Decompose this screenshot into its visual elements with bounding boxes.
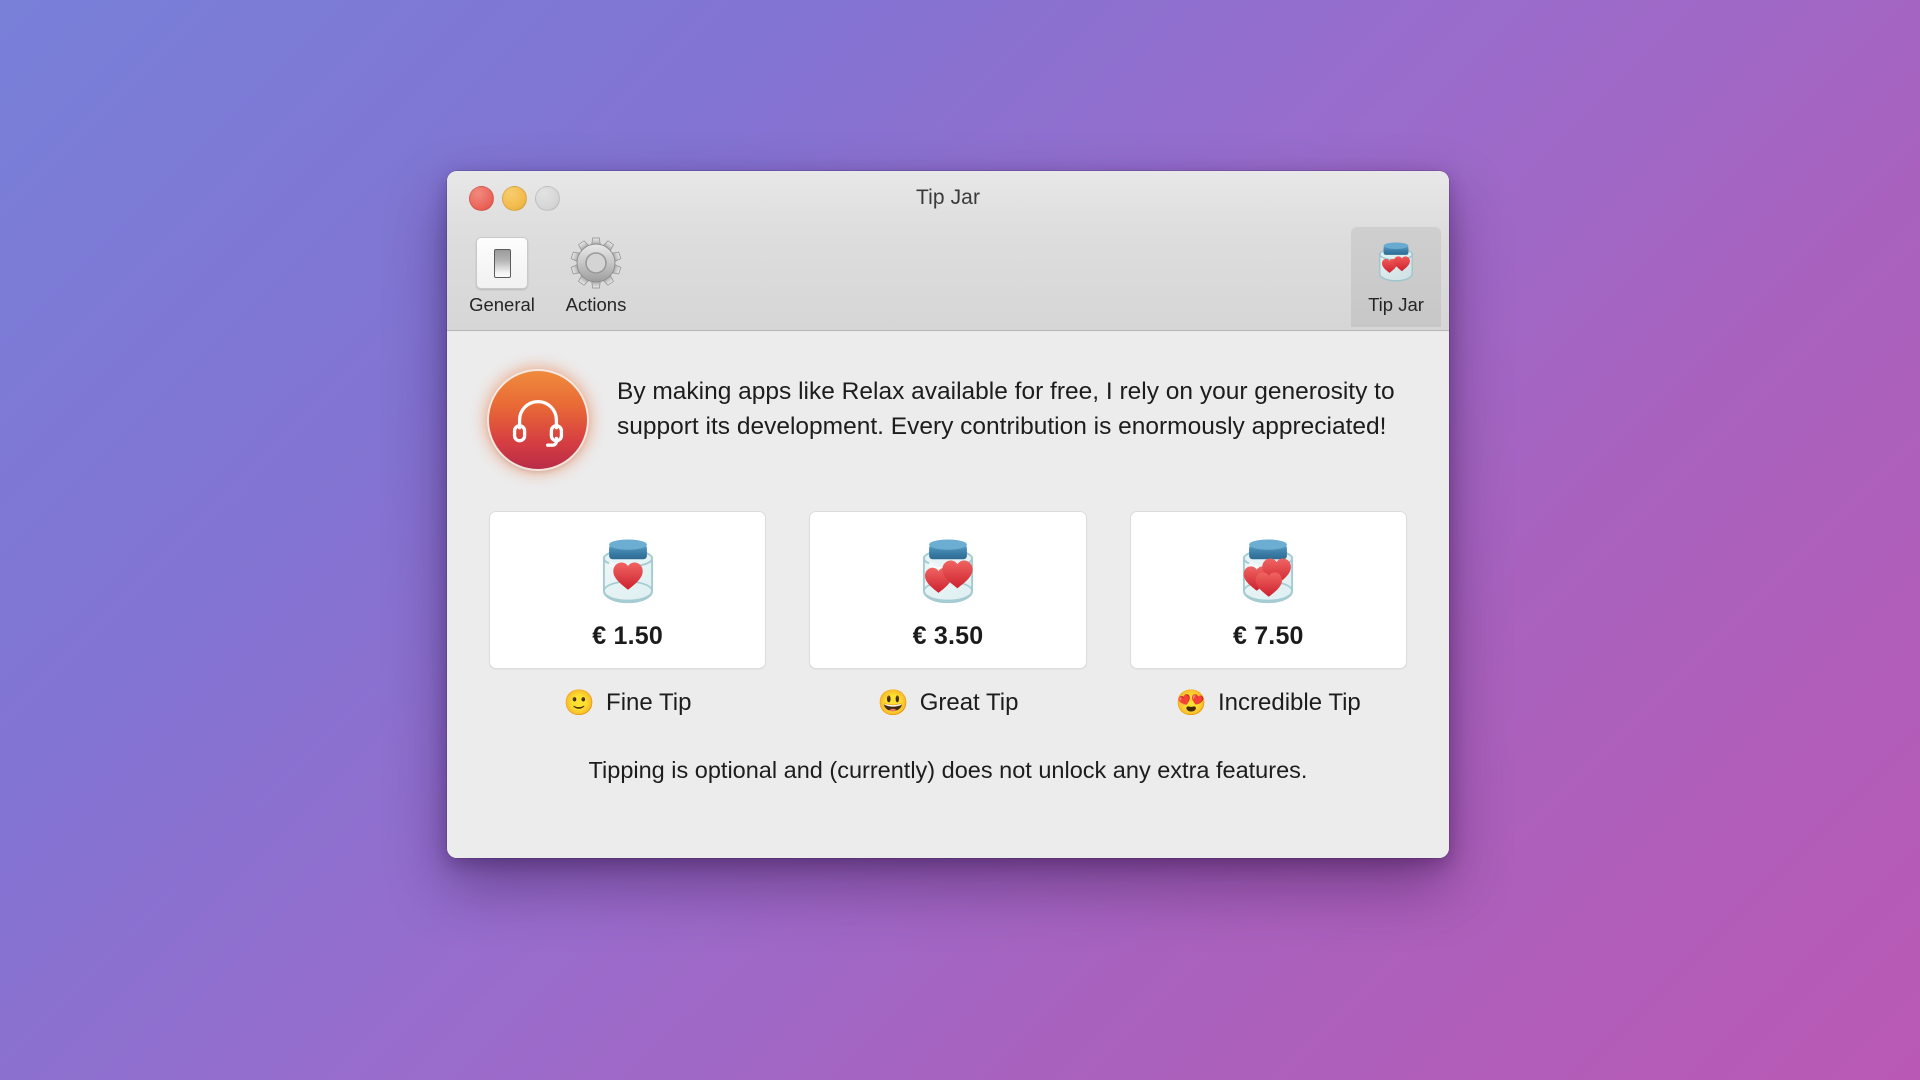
tip-card-3[interactable]: € 7.50 xyxy=(1129,511,1407,669)
grinning-face-with-big-eyes-icon: 😃 xyxy=(877,688,909,717)
tip-caption-1-label: Fine Tip xyxy=(606,689,692,716)
toolbar-left-group: General Actions xyxy=(457,227,641,327)
tip-option-2: € 3.50 😃 Great Tip xyxy=(809,511,1087,717)
tip-caption-3: 😍 Incredible Tip xyxy=(1176,689,1361,717)
tip-jar-3-icon xyxy=(1225,530,1311,616)
tip-jar-content: By making apps like Relax available for … xyxy=(447,331,1449,858)
toolbar-tab-actions-label: Actions xyxy=(565,294,627,315)
tip-jar-1-icon xyxy=(585,530,671,616)
headphones-icon xyxy=(489,371,587,469)
tip-jar-2-icon xyxy=(905,530,991,616)
light-switch-icon xyxy=(473,234,531,292)
toolbar-tab-tip-jar[interactable]: Tip Jar xyxy=(1351,227,1441,327)
slightly-smiling-face-icon: 🙂 xyxy=(563,688,596,717)
tip-caption-1: 🙂 Fine Tip xyxy=(564,689,692,717)
window-titlebar[interactable]: Tip Jar xyxy=(447,171,1449,227)
smiling-face-with-heart-eyes-icon: 😍 xyxy=(1175,688,1208,717)
tip-jar-icon xyxy=(1367,234,1425,292)
footer-note: Tipping is optional and (currently) does… xyxy=(588,757,1308,783)
window-title: Tip Jar xyxy=(915,186,981,209)
toolbar-tab-general[interactable]: General xyxy=(457,227,547,327)
tip-jar-window: Tip Jar General Actions Tip Jar By makin… xyxy=(447,171,1449,858)
tip-caption-2-label: Great Tip xyxy=(919,689,1019,716)
tip-options-row: € 1.50 🙂 Fine Tip € 3.50 😃 Great Tip € 7… xyxy=(489,511,1407,717)
tip-caption-3-label: Incredible Tip xyxy=(1218,689,1361,716)
tip-price-3: € 7.50 xyxy=(1232,621,1304,650)
tip-card-2[interactable]: € 3.50 xyxy=(809,511,1087,669)
toolbar-right-group: Tip Jar xyxy=(1351,227,1441,327)
toolbar-tab-actions[interactable]: Actions xyxy=(551,227,641,327)
intro-section: By making apps like Relax available for … xyxy=(489,331,1407,469)
toolbar-tab-tip-jar-label: Tip Jar xyxy=(1368,294,1424,315)
tip-caption-2: 😃 Great Tip xyxy=(878,689,1019,717)
tip-option-1: € 1.50 🙂 Fine Tip xyxy=(489,511,767,717)
tip-price-2: € 3.50 xyxy=(912,621,984,650)
intro-text: By making apps like Relax available for … xyxy=(617,378,1395,440)
toolbar-tab-general-label: General xyxy=(469,294,535,315)
tip-card-1[interactable]: € 1.50 xyxy=(489,511,767,669)
tip-option-3: € 7.50 😍 Incredible Tip xyxy=(1129,511,1407,717)
preferences-toolbar: General Actions Tip Jar xyxy=(447,227,1449,331)
gear-icon xyxy=(567,234,625,292)
tip-price-1: € 1.50 xyxy=(592,621,664,650)
